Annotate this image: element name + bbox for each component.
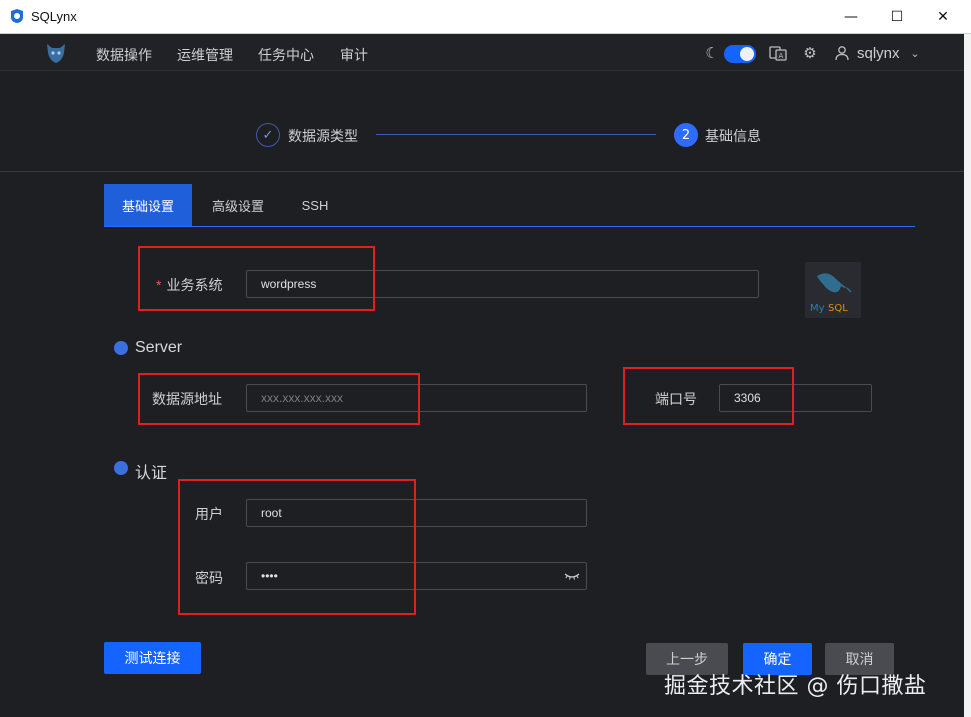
minimize-button[interactable]: — [828,0,874,33]
menu-ops-management[interactable]: 运维管理 [177,45,233,65]
theme-toggle[interactable] [724,45,756,63]
window-titlebar [0,0,971,34]
mysql-logo-icon: My SQL [805,262,861,318]
app-logo-icon [11,9,23,23]
translate-icon[interactable]: A [768,43,788,63]
close-window-button[interactable]: ✕ [920,0,966,33]
moon-icon: ☾ [705,44,719,62]
step-2-label: 基础信息 [705,128,761,144]
highlight-box-auth [178,479,416,615]
highlight-box-address [138,373,420,425]
steps-divider [0,171,964,172]
highlight-box-business [138,246,375,311]
step-2-marker: 2 [674,123,698,147]
background-window-edge [964,34,971,717]
step-1-check-icon: ✓ [256,123,280,147]
step-connector [376,134,656,135]
svg-text:My: My [810,303,825,314]
eye-closed-icon[interactable] [564,568,580,584]
username[interactable]: sqlynx [857,45,900,62]
window-title: SQLynx [31,9,77,24]
menu-data-operations[interactable]: 数据操作 [96,45,152,65]
tabs-underline [104,226,915,227]
svg-text:A: A [779,52,784,60]
auth-section-dot [114,461,128,475]
auth-section-title: 认证 [135,465,168,482]
test-connection-button[interactable]: 测试连接 [104,642,201,674]
gear-icon[interactable]: ⚙ [800,43,820,63]
menu-audit[interactable]: 审计 [340,45,368,65]
toggle-knob [740,47,754,61]
tab-basic-settings[interactable]: 基础设置 [104,184,192,226]
chevron-down-icon[interactable]: ⌄ [905,43,925,63]
tab-advanced-settings[interactable]: 高级设置 [196,184,280,226]
menu-task-center[interactable]: 任务中心 [258,45,314,65]
server-section-dot [114,341,128,355]
watermark: 掘金技术社区 @ 伤口撒盐 [664,674,927,699]
highlight-box-port [623,367,794,425]
user-icon [832,43,852,63]
maximize-button[interactable]: ☐ [874,0,920,33]
step-1-label: 数据源类型 [288,128,358,144]
sqlynx-logo-icon[interactable] [44,41,68,65]
tab-ssh[interactable]: SSH [284,184,346,226]
server-section-title: Server [135,339,183,356]
svg-text:SQL: SQL [828,303,848,314]
